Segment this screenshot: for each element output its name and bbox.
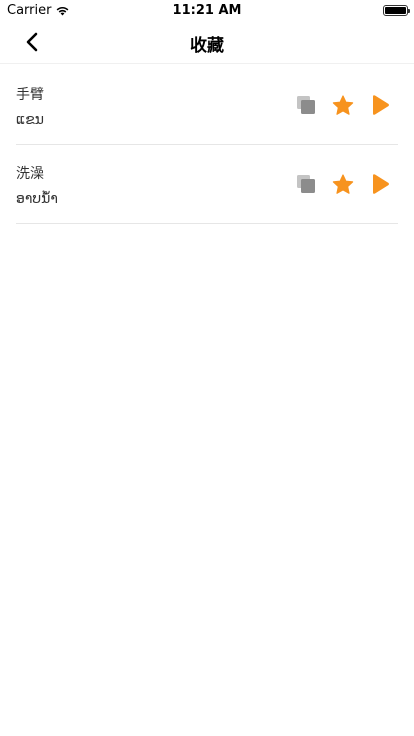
favorite-button[interactable] [331, 172, 355, 196]
copy-icon [297, 175, 315, 193]
star-icon [332, 173, 354, 194]
favorite-item[interactable]: 手臂 ແຂນ [16, 66, 398, 145]
source-text: 洗澡 [16, 166, 44, 182]
status-bar: Carrier 11:21 AM [0, 0, 414, 20]
page-title: 收藏 [190, 36, 224, 56]
translation-text: ອາບນ້ຳ [16, 191, 58, 207]
item-actions [294, 172, 398, 196]
play-button[interactable] [369, 93, 393, 117]
star-icon [332, 94, 354, 115]
copy-button[interactable] [294, 172, 318, 196]
favorite-item[interactable]: 洗澡 ອາບນ້ຳ [16, 145, 398, 224]
copy-button[interactable] [294, 93, 318, 117]
copy-icon [297, 96, 315, 114]
status-time: 11:21 AM [172, 3, 242, 18]
battery-icon [383, 5, 410, 16]
favorites-list: 手臂 ແຂນ 洗澡 ອາບນ້ຳ [0, 66, 414, 224]
item-actions [294, 93, 398, 117]
play-icon [373, 95, 389, 115]
play-icon [373, 174, 389, 194]
translation-text: ແຂນ [16, 112, 44, 128]
play-button[interactable] [369, 172, 393, 196]
source-text: 手臂 [16, 87, 44, 103]
navigation-bar: 收藏 [0, 20, 414, 64]
favorite-button[interactable] [331, 93, 355, 117]
